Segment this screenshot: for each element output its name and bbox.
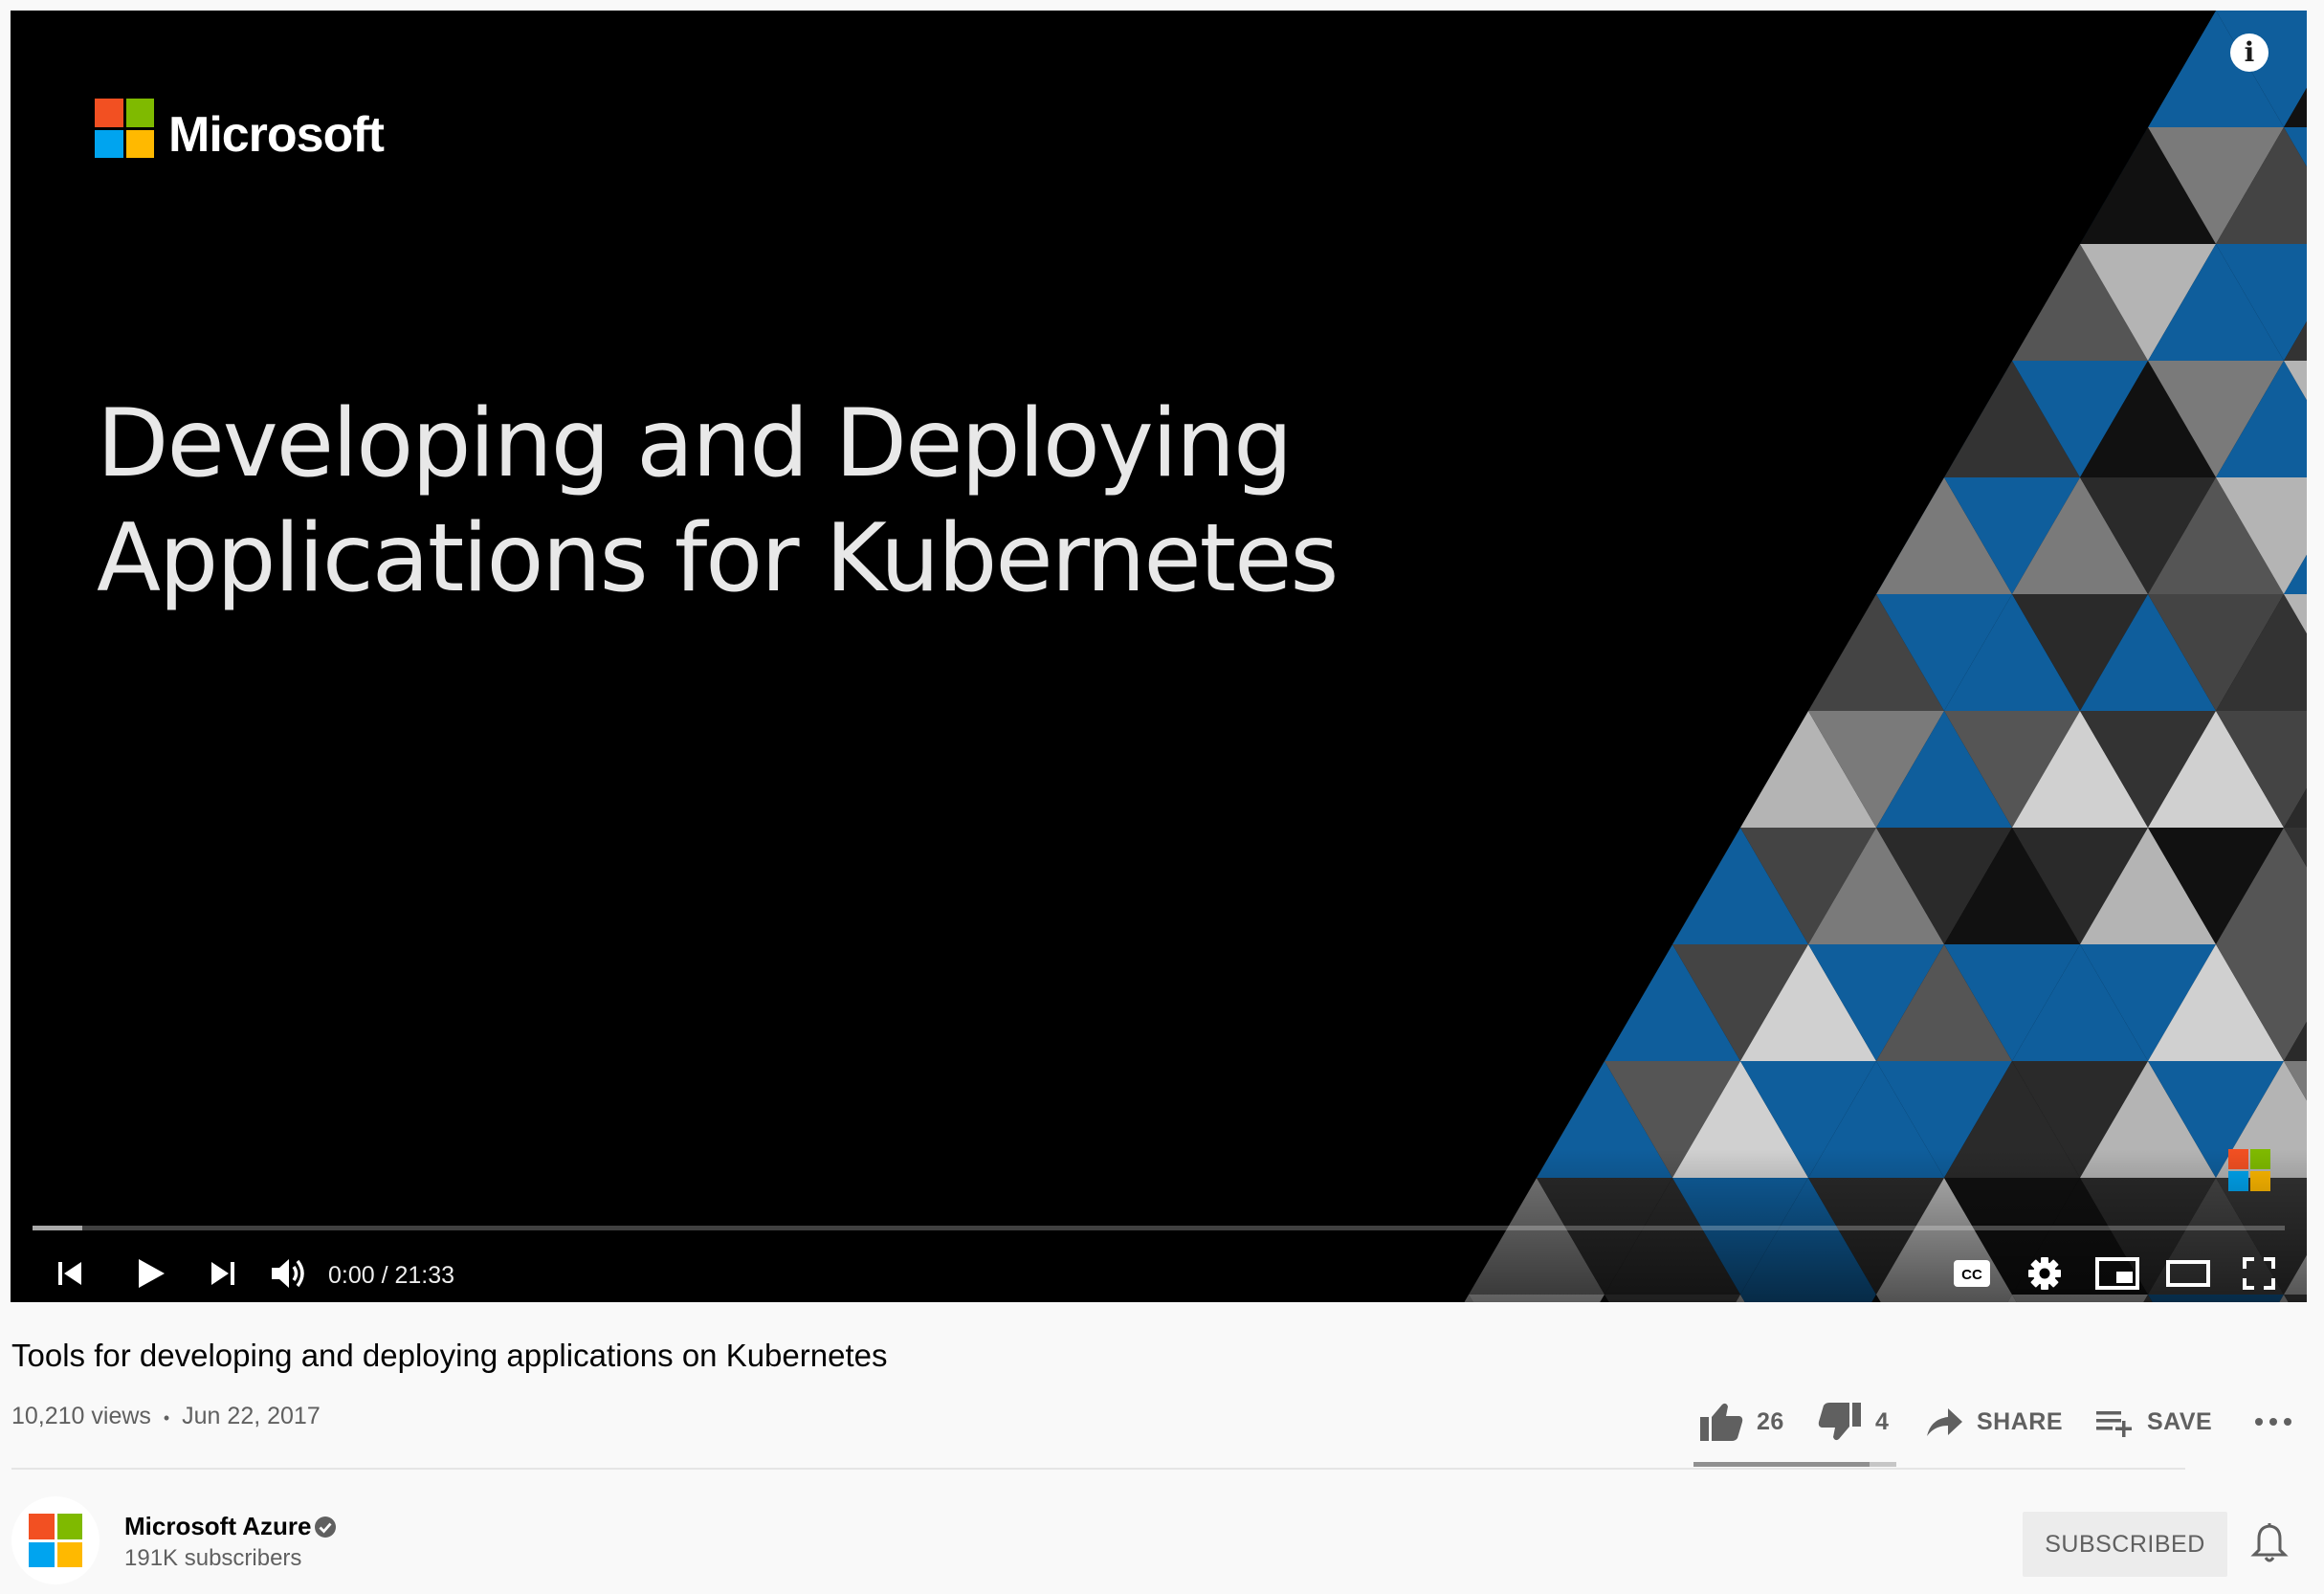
- save-button[interactable]: SAVE: [2095, 1393, 2212, 1450]
- share-label: SHARE: [1977, 1407, 2064, 1435]
- theater-mode-icon: [2166, 1260, 2210, 1287]
- video-player[interactable]: Microsoft Developing and Deploying Appli…: [11, 11, 2307, 1302]
- logo-square-blue: [95, 129, 123, 158]
- slide-title-line: Applications for Kubernetes: [97, 504, 1339, 613]
- logo-square-red: [95, 99, 123, 127]
- dislike-button[interactable]: 4: [1818, 1393, 1889, 1450]
- settings-button[interactable]: [2018, 1245, 2071, 1302]
- play-button[interactable]: [123, 1245, 177, 1302]
- slide-title: Developing and Deploying Applications fo…: [97, 387, 1532, 616]
- volume-icon: [272, 1259, 304, 1288]
- verified-badge-icon: [315, 1517, 336, 1538]
- fullscreen-icon: [2243, 1257, 2275, 1290]
- svg-text:CC: CC: [1961, 1267, 1982, 1283]
- logo-square-green: [125, 99, 154, 127]
- captions-icon: CC: [1954, 1260, 1990, 1287]
- logo-square-red: [29, 1514, 55, 1539]
- thumbs-up-icon: [1700, 1403, 1743, 1441]
- logo-square-blue: [29, 1541, 55, 1567]
- notification-bell-button[interactable]: [2250, 1522, 2289, 1569]
- view-count: 10,210 views: [11, 1403, 151, 1429]
- progress-bar[interactable]: [33, 1226, 2285, 1230]
- next-icon: [211, 1262, 234, 1285]
- logo-square-yellow: [125, 129, 154, 158]
- captions-button[interactable]: CC: [1945, 1245, 1999, 1302]
- like-count: 26: [1757, 1407, 1784, 1435]
- save-label: SAVE: [2147, 1407, 2213, 1435]
- microsoft-logo: [29, 1514, 82, 1567]
- volume-button[interactable]: [265, 1245, 315, 1302]
- more-actions-button[interactable]: [2254, 1393, 2292, 1450]
- channel-name[interactable]: Microsoft Azure: [124, 1512, 312, 1541]
- video-title: Tools for developing and deploying appli…: [11, 1338, 888, 1373]
- next-button[interactable]: [198, 1245, 248, 1302]
- share-button[interactable]: SHARE: [1925, 1393, 2063, 1450]
- meta-separator: •: [163, 1408, 170, 1428]
- sentiment-bar-fill: [1693, 1462, 1870, 1467]
- subscribed-button[interactable]: SUBSCRIBED: [2023, 1512, 2227, 1577]
- play-icon: [139, 1259, 165, 1288]
- dislike-count: 4: [1875, 1407, 1890, 1435]
- like-button[interactable]: 26: [1699, 1393, 1784, 1450]
- upload-date: Jun 22, 2017: [182, 1403, 321, 1429]
- theater-mode-button[interactable]: [2159, 1245, 2217, 1302]
- logo-square-yellow: [56, 1541, 82, 1567]
- slide-brand-text: Microsoft: [168, 107, 385, 163]
- sentiment-bar: [1693, 1462, 1896, 1467]
- more-horizontal-icon: [2255, 1418, 2291, 1426]
- view-info: 10,210 views • Jun 22, 2017: [11, 1403, 321, 1430]
- thumbs-down-icon: [1818, 1403, 1861, 1441]
- fullscreen-button[interactable]: [2232, 1245, 2286, 1302]
- previous-icon: [58, 1262, 81, 1285]
- miniplayer-icon: [2095, 1257, 2139, 1290]
- microsoft-logo: [95, 99, 154, 158]
- add-to-playlist-icon: [2096, 1411, 2132, 1437]
- logo-square-green: [56, 1514, 82, 1539]
- channel-avatar[interactable]: [11, 1496, 100, 1584]
- time-display: 0:00 / 21:33: [328, 1262, 455, 1289]
- settings-icon: [2028, 1257, 2061, 1290]
- share-icon: [1927, 1408, 1962, 1436]
- slide-title-line: Developing and Deploying: [97, 389, 1293, 498]
- info-icon[interactable]: i: [2230, 33, 2269, 72]
- section-divider: [11, 1468, 2185, 1470]
- subscriber-count: 191K subscribers: [124, 1545, 302, 1571]
- miniplayer-button[interactable]: [2089, 1245, 2146, 1302]
- progress-buffered: [33, 1226, 82, 1230]
- bell-icon: [2250, 1523, 2289, 1562]
- previous-button[interactable]: [45, 1245, 95, 1302]
- triangle-pattern-art: [11, 11, 2307, 1302]
